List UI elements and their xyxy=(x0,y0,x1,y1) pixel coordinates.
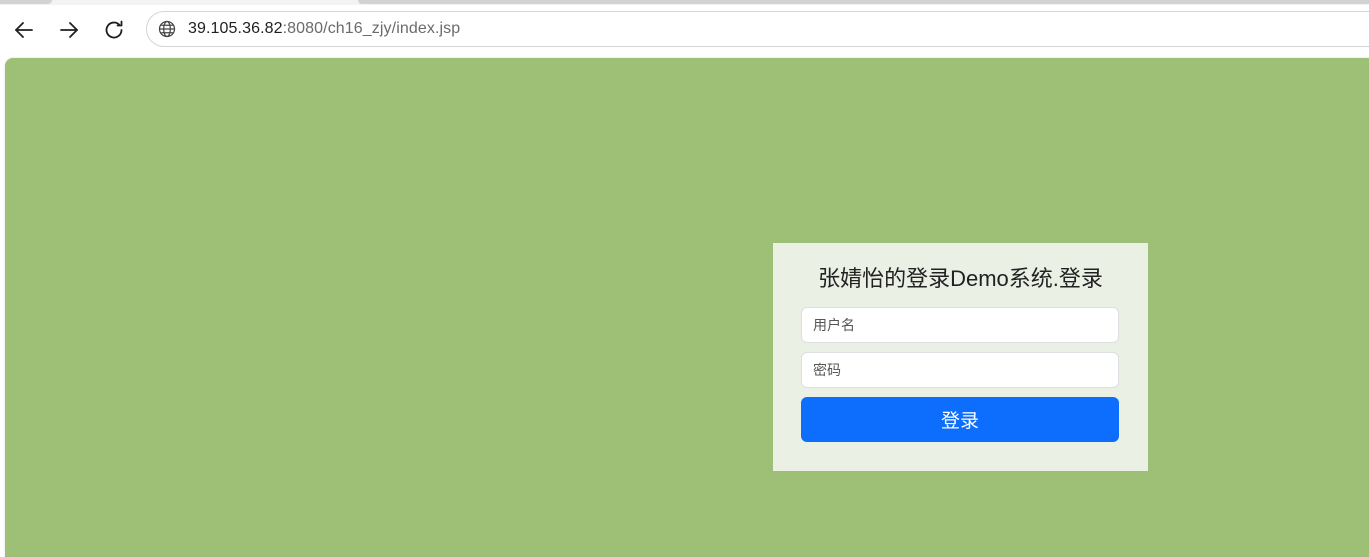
forward-button[interactable] xyxy=(52,13,86,47)
back-button[interactable] xyxy=(7,13,41,47)
browser-toolbar: 39.105.36.82:8080/ch16_zjy/index.jsp xyxy=(0,5,1369,57)
address-bar[interactable]: 39.105.36.82:8080/ch16_zjy/index.jsp xyxy=(146,11,1369,47)
page-viewport: 张婧怡的登录Demo系统.登录 登录 xyxy=(5,58,1369,557)
login-title: 张婧怡的登录Demo系统.登录 xyxy=(818,266,1103,291)
arrow-right-icon xyxy=(60,22,78,38)
arrow-left-icon xyxy=(15,22,33,38)
username-input[interactable] xyxy=(801,307,1119,343)
tab-edge-left[interactable] xyxy=(0,0,52,4)
reload-icon xyxy=(105,20,123,39)
login-button[interactable]: 登录 xyxy=(801,397,1119,442)
tab-edge-right[interactable] xyxy=(358,0,1369,4)
globe-icon[interactable] xyxy=(156,18,178,40)
url-path: :8080/ch16_zjy/index.jsp xyxy=(282,20,461,37)
url-host: 39.105.36.82 xyxy=(188,20,283,37)
password-input[interactable] xyxy=(801,352,1119,388)
url-text[interactable]: 39.105.36.82:8080/ch16_zjy/index.jsp xyxy=(188,20,460,38)
login-panel: 张婧怡的登录Demo系统.登录 登录 xyxy=(773,243,1148,471)
reload-button[interactable] xyxy=(97,13,131,47)
